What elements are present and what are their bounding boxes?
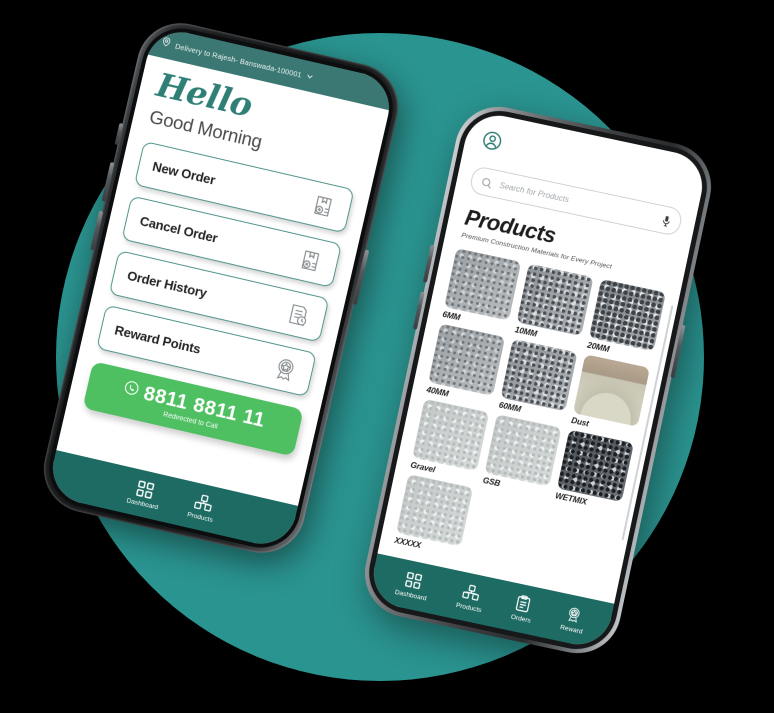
product-card[interactable]: 10MM	[514, 263, 594, 348]
new-order-label: New Order	[151, 158, 217, 188]
grid-dashboard-icon	[402, 570, 425, 593]
product-card[interactable]: Gravel	[410, 398, 490, 483]
nav-item-products[interactable]: Products	[186, 491, 218, 524]
chevron-down-icon	[304, 67, 316, 86]
product-card[interactable]: Dust	[570, 354, 650, 438]
product-card[interactable]: 20MM	[586, 278, 666, 363]
product-image	[556, 429, 634, 503]
nav-item-orders[interactable]: Orders	[510, 593, 536, 625]
boxes-icon	[460, 582, 483, 605]
nav-item-dashboard[interactable]: Dashboard	[394, 568, 431, 603]
product-image	[484, 414, 562, 487]
document-clock-icon	[282, 299, 313, 330]
phone-circle-icon	[121, 379, 140, 402]
nav-item-reward[interactable]: Reward	[559, 604, 587, 636]
product-grid: 6MM 10MM 20MM 40MM 60MM Dust Gravel GSB WETMIX XX…	[394, 248, 666, 589]
order-history-label: Order History	[125, 267, 209, 301]
cancel-order-label: Cancel Order	[138, 213, 220, 246]
nav-label-dashboard: Dashboard	[125, 497, 159, 512]
award-ribbon-icon	[270, 353, 301, 384]
product-image	[572, 354, 650, 427]
product-image	[396, 474, 474, 547]
product-image	[588, 278, 666, 352]
product-image	[500, 338, 578, 412]
box-cross-icon	[295, 244, 326, 275]
award-ribbon-icon	[563, 604, 586, 627]
product-card[interactable]: GSB	[482, 414, 562, 498]
product-card[interactable]: 60MM	[498, 338, 578, 423]
microphone-icon[interactable]	[661, 213, 672, 227]
product-card[interactable]: WETMIX	[554, 429, 634, 514]
box-plus-icon	[308, 190, 339, 221]
clipboard-list-icon	[513, 593, 536, 616]
product-image	[516, 263, 594, 336]
nav-label-dashboard: Dashboard	[394, 588, 428, 603]
boxes-icon	[192, 492, 215, 515]
product-card[interactable]: 40MM	[426, 323, 506, 408]
reward-points-label: Reward Points	[113, 322, 203, 357]
product-card[interactable]: XXXXX	[394, 474, 474, 558]
nav-item-dashboard[interactable]: Dashboard	[125, 477, 164, 512]
dashboard-menu-list: New Order Cancel Order Order History Rew…	[96, 140, 355, 398]
product-image	[428, 323, 506, 396]
user-circle-icon[interactable]	[479, 131, 503, 157]
product-image	[444, 248, 522, 321]
product-card[interactable]: 6MM	[442, 248, 522, 332]
grid-dashboard-icon	[134, 478, 157, 501]
search-icon	[480, 175, 494, 189]
product-image	[412, 398, 490, 472]
nav-item-products[interactable]: Products	[455, 581, 486, 614]
